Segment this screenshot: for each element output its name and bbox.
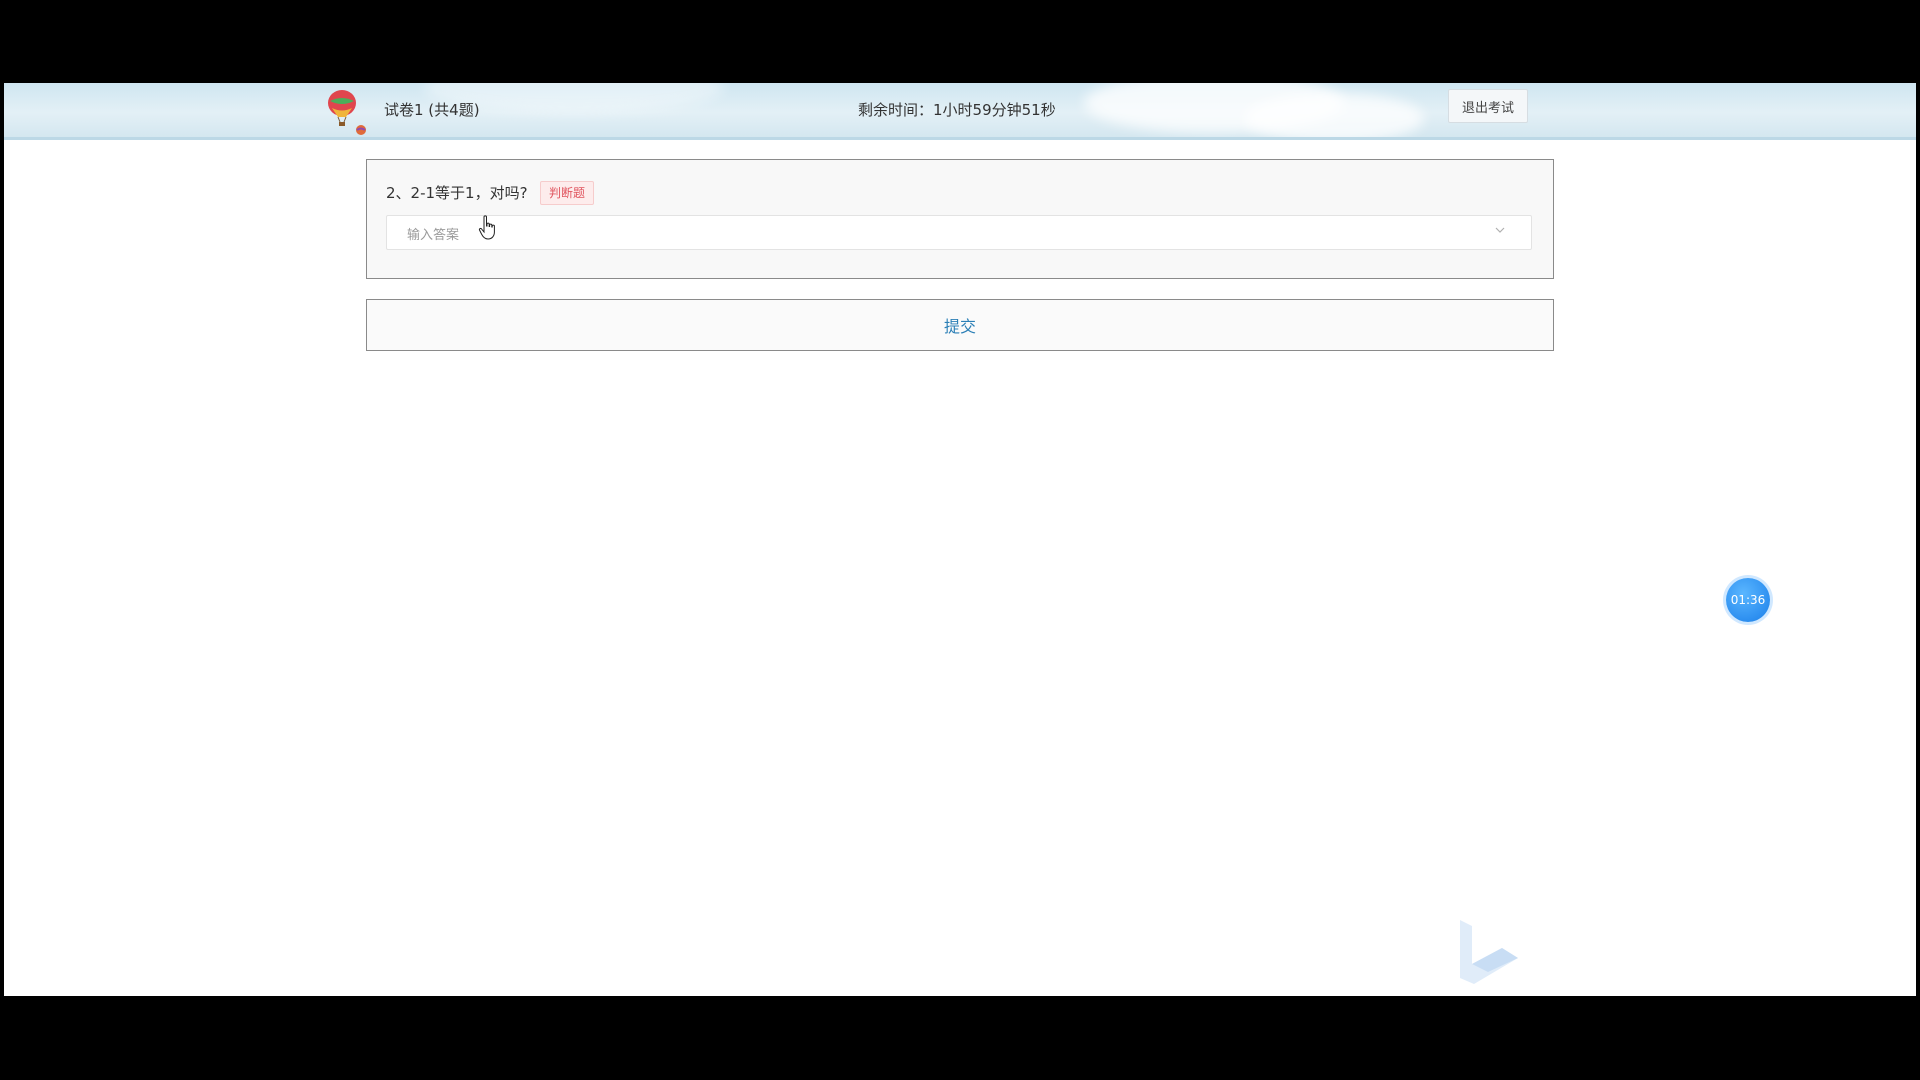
exam-page: 试卷1 (共4题) 剩余时间：1小时59分钟51秒 退出考试 2、2-1等于1，… [4, 83, 1916, 996]
header-cloud [1244, 93, 1424, 137]
question-card: 2、2-1等于1，对吗? 判断题 输入答案 [366, 159, 1554, 279]
submit-button[interactable]: 提交 [366, 299, 1554, 351]
answer-select[interactable]: 输入答案 [386, 215, 1532, 250]
answer-placeholder: 输入答案 [407, 228, 460, 243]
floating-timer-button[interactable]: 01:36 [1726, 578, 1770, 622]
exam-header: 试卷1 (共4题) 剩余时间：1小时59分钟51秒 退出考试 [4, 83, 1916, 140]
play-logo-watermark-icon [1460, 920, 1518, 984]
hot-air-balloon-logo-icon [328, 90, 366, 135]
chevron-down-icon [1495, 227, 1505, 233]
question-type-badge: 判断题 [540, 181, 595, 205]
exit-exam-button[interactable]: 退出考试 [1448, 89, 1528, 123]
remaining-time: 剩余时间：1小时59分钟51秒 [858, 101, 1056, 119]
hand-cursor-icon [478, 215, 495, 240]
exam-title: 试卷1 (共4题) [384, 101, 480, 119]
question-text: 2、2-1等于1，对吗? [386, 184, 528, 202]
